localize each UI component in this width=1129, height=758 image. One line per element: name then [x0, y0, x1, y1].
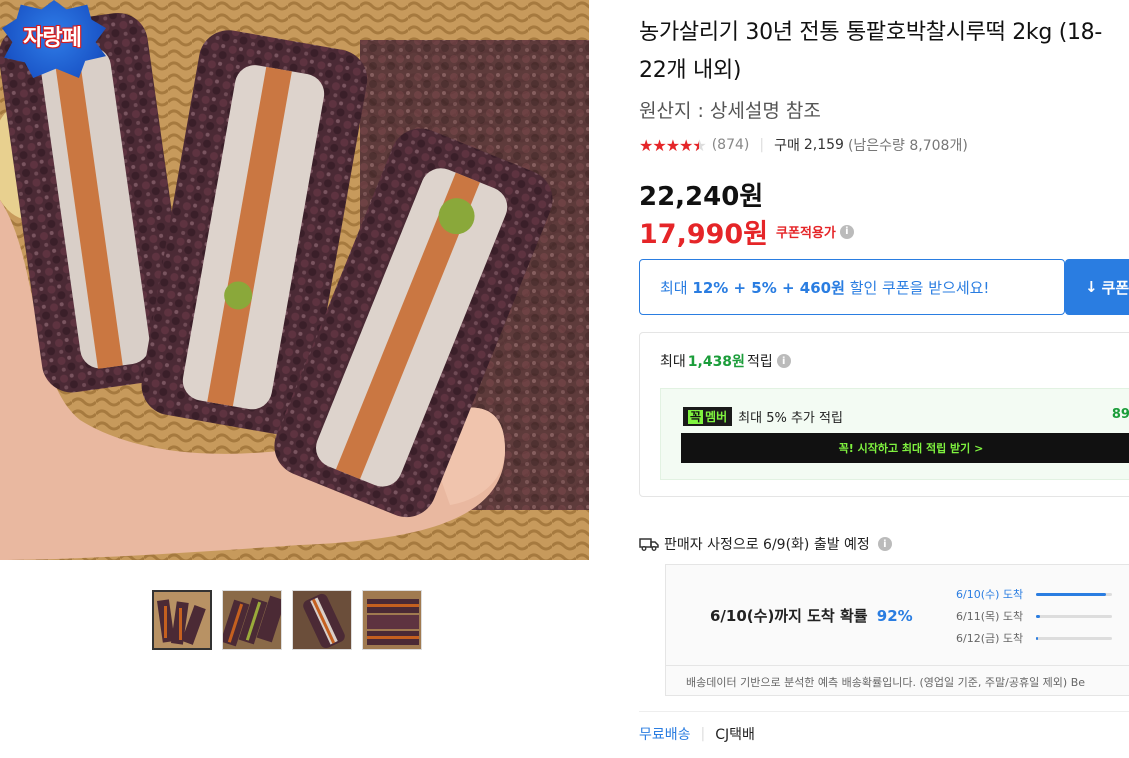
download-icon: ↓: [1085, 278, 1098, 296]
thumbnail-list: [152, 590, 422, 650]
coupon-amount: 12% + 5% + 460원: [692, 278, 845, 297]
membership-box: 꼭멤버 최대 5% 추가 적립 899 꼭! 시작하고 최대 적립 받기 >: [660, 388, 1129, 480]
thumbnail-image: [293, 591, 351, 649]
reward-box: 최대 1,438원 적립 i 꼭멤버 최대 5% 추가 적립 899 꼭! 시작…: [639, 332, 1129, 497]
thumbnail-1[interactable]: [152, 590, 212, 650]
coupon-suffix: 할인 쿠폰을 받으세요!: [849, 278, 990, 297]
product-title: 농가살리기 30년 전통 통팥호박찰시루떡 2kg (18-22개 내외): [639, 20, 1103, 83]
divider: |: [759, 137, 765, 153]
thumbnail-image: [363, 591, 421, 649]
reward-summary: 최대 1,438원 적립 i: [660, 351, 791, 371]
arrival-distribution-row: 6/11(목) 도착: [956, 605, 1112, 627]
arrival-distribution-row: 6/10(수) 도착: [956, 583, 1112, 605]
divider: |: [700, 726, 706, 742]
thumbnail-3[interactable]: [292, 590, 352, 650]
info-icon[interactable]: i: [877, 537, 892, 551]
coupon-download-button[interactable]: ↓ 쿠폰: [1065, 259, 1129, 315]
reward-prefix: 최대: [660, 354, 686, 370]
arrival-probability-box: 6/10(수)까지 도착 확률 92% 6/10(수) 도착 6/11(목) 도…: [665, 564, 1129, 696]
coupon-banner[interactable]: 최대 12% + 5% + 460원 할인 쿠폰을 받으세요!: [639, 259, 1065, 315]
membership-amount: 899: [1111, 407, 1129, 422]
arrival-distribution-row: 6/12(금) 도착: [956, 627, 1112, 649]
info-icon[interactable]: i: [839, 224, 854, 239]
shipping-notice-text: 판매자 사정으로 6/9(화) 출발 예정: [664, 537, 870, 553]
purchase-label: 구매: [774, 138, 800, 154]
membership-start-button[interactable]: 꼭! 시작하고 최대 적립 받기 >: [681, 433, 1129, 463]
thumbnail-4[interactable]: [362, 590, 422, 650]
thumbnail-image: [223, 591, 281, 649]
truck-icon: [639, 538, 659, 551]
probability-note: 배송데이터 기반으로 분석한 예측 배송확률입니다. (영업일 기준, 주말/공…: [666, 665, 1129, 697]
reward-suffix: 적립: [746, 354, 773, 370]
coupon-prefix: 최대: [660, 278, 688, 297]
membership-row: 꼭 멤버 최대 5% 추가 적립: [683, 407, 843, 426]
rating-stars[interactable]: ★★★★★★: [639, 136, 707, 155]
coupon-price-label: 쿠폰적용가: [776, 226, 836, 241]
original-price: 22,240원: [639, 182, 764, 212]
review-count-link[interactable]: (874): [712, 137, 750, 153]
product-origin: 원산지 : 상세설명 참조: [639, 100, 821, 122]
info-icon[interactable]: i: [776, 354, 791, 368]
product-main-image[interactable]: 자랑페: [0, 0, 589, 560]
event-badge-text: 자랑페: [23, 26, 82, 51]
sale-price-row: 17,990원 쿠폰적용가 i: [639, 212, 854, 251]
membership-text: 최대 5% 추가 적립: [738, 411, 843, 426]
arrival-probability-value: 92%: [876, 607, 913, 625]
sale-price: 17,990원: [639, 219, 769, 250]
free-shipping-label: 무료배송: [639, 727, 691, 743]
rice-cake-photo: [0, 0, 589, 560]
thumbnail-image: [154, 592, 210, 648]
arrival-distribution: 6/10(수) 도착 6/11(목) 도착 6/12(금) 도착: [956, 583, 1112, 649]
stock-remaining: (남은수량 8,708개): [847, 138, 968, 154]
membership-logo: 꼭 멤버: [683, 407, 733, 426]
thumbnail-2[interactable]: [222, 590, 282, 650]
coupon-button-label: 쿠폰: [1101, 278, 1129, 297]
divider: [639, 711, 1129, 712]
arrival-probability: 6/10(수)까지 도착 확률 92%: [710, 605, 913, 626]
purchase-count: 2,159: [803, 137, 844, 153]
arrival-probability-label: 6/10(수)까지 도착 확률: [710, 607, 868, 625]
carrier-name: CJ택배: [715, 727, 755, 743]
shipping-notice: 판매자 사정으로 6/9(화) 출발 예정 i: [639, 534, 892, 554]
delivery-info: 무료배송 | CJ택배: [639, 724, 755, 744]
reward-amount: 1,438원: [687, 354, 745, 370]
rating-row: ★★★★★★ (874) | 구매 2,159 (남은수량 8,708개): [639, 135, 968, 155]
